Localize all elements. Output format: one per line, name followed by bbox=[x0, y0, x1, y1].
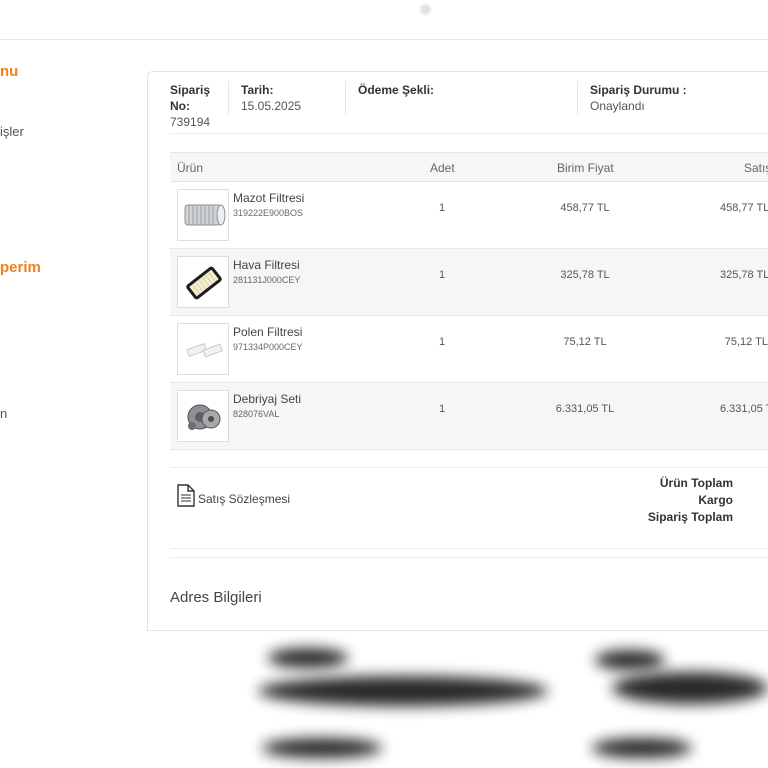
table-row: Mazot Filtresi 319222E900BOS 1 458,77 TL… bbox=[170, 182, 768, 249]
product-total: 458,77 TL bbox=[720, 202, 768, 214]
payment-method-label: Ödeme Şekli: bbox=[358, 83, 435, 97]
shipping-label: Kargo bbox=[698, 493, 733, 507]
sales-contract-label[interactable]: Satış Sözleşmesi bbox=[198, 492, 290, 506]
payment-method-block: Ödeme Şekli: bbox=[358, 82, 434, 98]
sidebar-item-orders[interactable]: işler bbox=[0, 124, 24, 139]
clutch-kit-image[interactable] bbox=[177, 390, 229, 442]
product-unit-price: 6.331,05 TL bbox=[555, 403, 615, 415]
product-qty: 1 bbox=[438, 202, 446, 214]
divider bbox=[170, 133, 768, 134]
product-total: 6.331,05 TL bbox=[720, 403, 768, 415]
blurred-mark bbox=[420, 4, 431, 15]
order-number-value: 739194 bbox=[170, 115, 211, 129]
sidebar-item-partial[interactable]: n bbox=[0, 406, 7, 421]
table-row: Polen Filtresi 971334P000CEY 1 75,12 TL … bbox=[170, 316, 768, 383]
product-qty: 1 bbox=[438, 403, 446, 415]
product-total: 75,12 TL bbox=[724, 336, 768, 348]
pollen-filter-image[interactable] bbox=[177, 323, 229, 375]
column-header-product: Ürün bbox=[177, 161, 204, 175]
sidebar-heading-account[interactable]: perim bbox=[0, 259, 41, 276]
product-unit-price: 325,78 TL bbox=[560, 269, 610, 281]
order-total-label: Sipariş Toplam bbox=[647, 510, 733, 524]
product-name[interactable]: Mazot Filtresi bbox=[233, 191, 304, 205]
product-code: 281131J000CEY bbox=[233, 275, 301, 285]
air-filter-image[interactable] bbox=[177, 256, 229, 308]
order-date-label: Tarih: bbox=[241, 83, 274, 97]
fuel-filter-image[interactable] bbox=[177, 189, 229, 241]
column-header-total: Satış bbox=[744, 161, 768, 175]
product-total: 325,78 TL bbox=[720, 269, 768, 281]
product-unit-price: 75,12 TL bbox=[563, 336, 607, 348]
order-date-block: Tarih: 15.05.2025 bbox=[241, 82, 301, 114]
product-unit-price: 458,77 TL bbox=[560, 202, 610, 214]
product-code: 319222E900BOS bbox=[233, 208, 304, 218]
order-totals: Ürün Toplam Kargo Sipariş Toplam bbox=[560, 475, 733, 526]
order-status-block: Sipariş Durumu : Onaylandı bbox=[590, 82, 687, 114]
order-status-value: Onaylandı bbox=[590, 99, 645, 113]
product-name[interactable]: Hava Filtresi bbox=[233, 258, 300, 272]
sidebar-heading-orders[interactable]: nu bbox=[0, 63, 18, 80]
divider bbox=[345, 81, 346, 115]
order-status-label: Sipariş Durumu : bbox=[590, 83, 687, 97]
divider bbox=[170, 557, 768, 558]
column-header-qty: Adet bbox=[430, 161, 455, 175]
document-icon bbox=[177, 484, 195, 507]
product-name[interactable]: Debriyaj Seti bbox=[233, 392, 301, 406]
product-qty: 1 bbox=[438, 269, 446, 281]
product-qty: 1 bbox=[438, 336, 446, 348]
order-number-label-line1: Sipariş bbox=[170, 83, 211, 97]
product-code: 828076VAL bbox=[233, 409, 280, 419]
address-section-title: Adres Bilgileri bbox=[170, 589, 262, 606]
top-bar bbox=[0, 0, 768, 40]
order-number-label-line2: No: bbox=[170, 99, 190, 113]
divider bbox=[170, 548, 768, 549]
divider bbox=[228, 81, 229, 115]
table-row: Debriyaj Seti 828076VAL 1 6.331,05 TL 6.… bbox=[170, 383, 768, 450]
product-total-label: Ürün Toplam bbox=[659, 476, 733, 490]
products-table-header: Ürün Adet Birim Fiyat Satış bbox=[170, 152, 768, 182]
divider bbox=[577, 81, 578, 115]
order-number-block: Sipariş No: 739194 bbox=[170, 82, 210, 130]
divider bbox=[170, 467, 768, 468]
column-header-unit-price: Birim Fiyat bbox=[557, 161, 614, 175]
product-code: 971334P000CEY bbox=[233, 342, 303, 352]
sales-contract-link[interactable]: Satış Sözleşmesi bbox=[176, 484, 290, 511]
table-row: Hava Filtresi 281131J000CEY 1 325,78 TL … bbox=[170, 249, 768, 316]
order-date-value: 15.05.2025 bbox=[241, 99, 302, 113]
product-name[interactable]: Polen Filtresi bbox=[233, 325, 302, 339]
